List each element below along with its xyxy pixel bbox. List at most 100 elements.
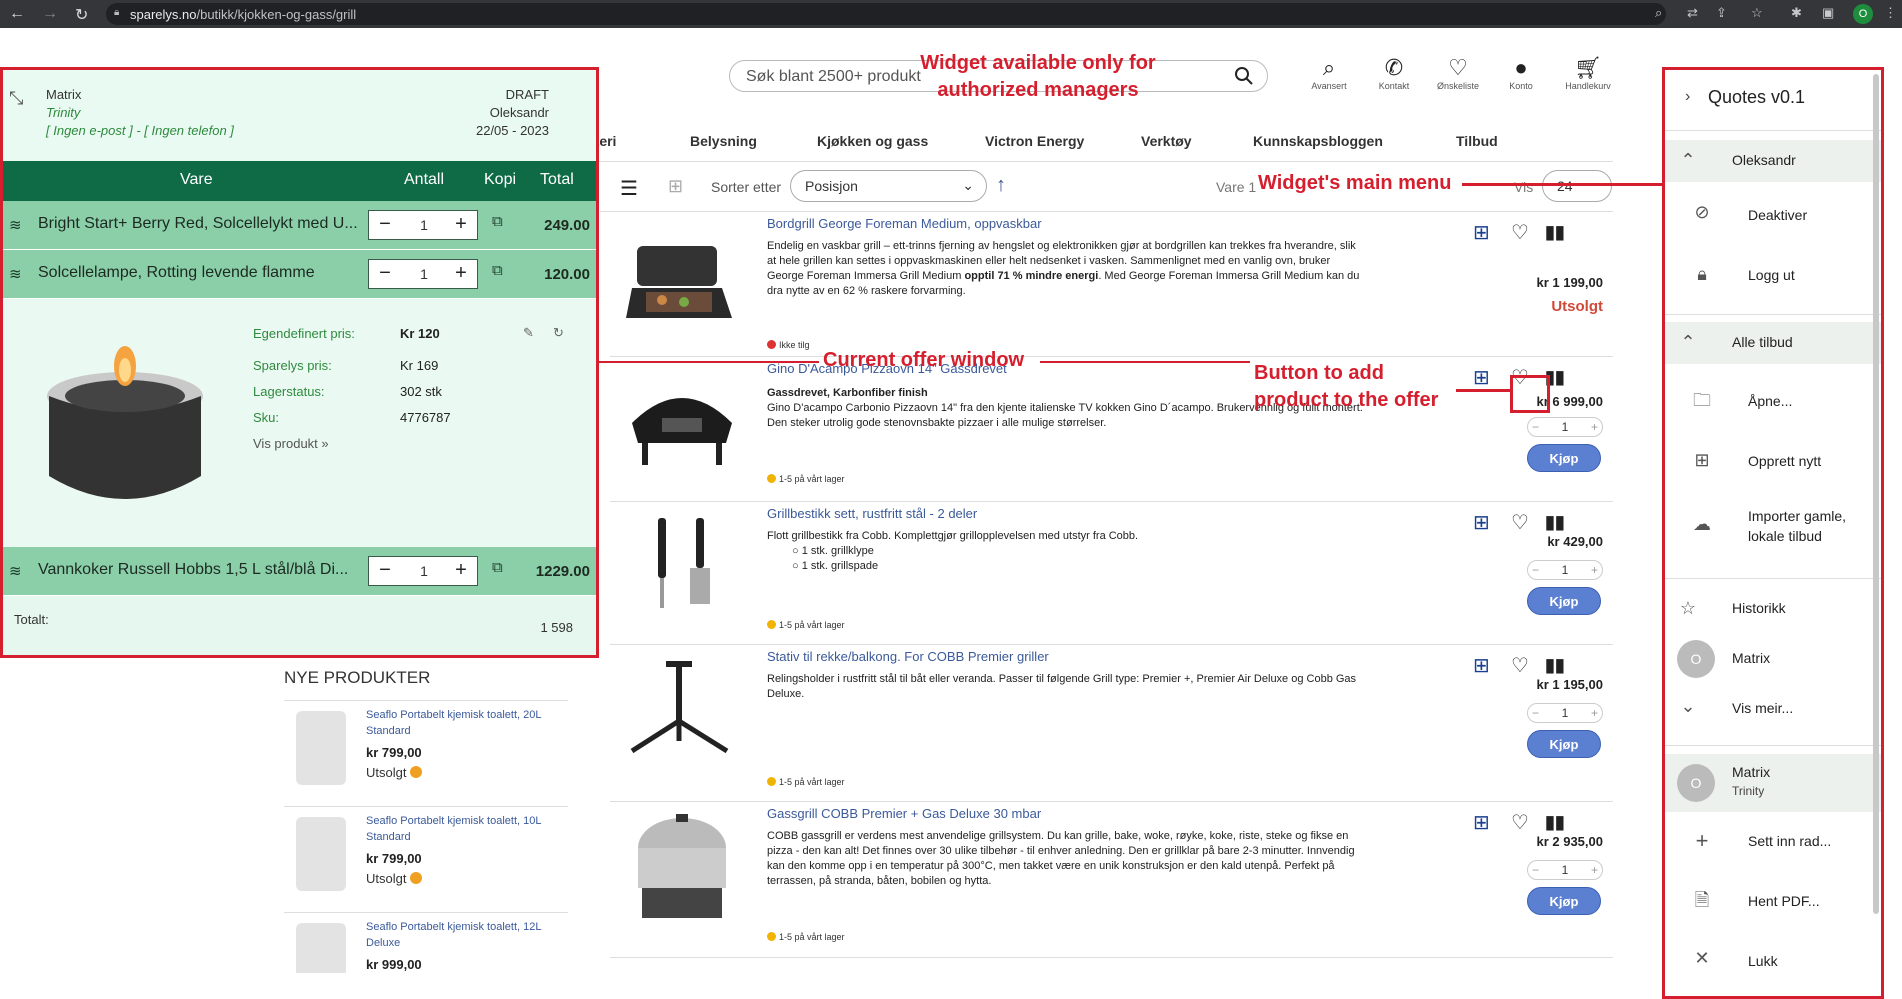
import-offers-item[interactable]: ☁ Importer gamle, lokale tilbud [1665,492,1881,572]
add-to-offer-icon[interactable]: ⊞ [1473,810,1490,835]
qty-value[interactable]: 1 [1562,563,1569,577]
menu-item[interactable]: Tilbud [1456,133,1498,149]
qty-value[interactable]: 1 [409,563,439,579]
address-bar[interactable]: 🔒︎ sparelys.no/butikk/kjokken-og-gass/gr… [106,3,1666,25]
header-cart[interactable]: 🛒︎ Handlekurv [1553,55,1623,91]
buy-button[interactable]: Kjøp [1527,587,1601,615]
recent-offer-item[interactable]: O Matrix [1665,636,1881,682]
copy-icon[interactable]: ⧉ [492,213,503,230]
header-account[interactable]: ● Konto [1486,55,1556,91]
custom-price-value[interactable]: Kr 120 [400,326,440,341]
insert-row-item[interactable]: + Sett inn rad... [1665,812,1881,872]
share-icon[interactable]: ⇪ [1716,5,1727,21]
reload-icon[interactable]: ↻ [75,5,88,25]
chevron-right-icon[interactable]: › [1685,88,1690,106]
offer-row[interactable]: ≋ Bright Start+ Berry Red, Solcellelykt … [3,201,596,250]
compare-chart-icon[interactable]: ▮▮ [1545,812,1565,833]
plus-icon[interactable]: + [447,213,475,237]
header-contact[interactable]: ✆ Kontakt [1359,55,1429,91]
qty-stepper[interactable]: −1 + [368,259,478,289]
translate-icon[interactable]: ⇄ [1687,5,1698,21]
menu-item[interactable]: Kunnskapsbloggen [1253,133,1383,149]
add-to-offer-icon[interactable]: ⊞ [1473,510,1490,535]
plus-icon[interactable]: + [1591,418,1598,436]
header-wishlist[interactable]: ♡ Ønskeliste [1423,55,1493,91]
product-title[interactable]: Stativ til rekke/balkong. For COBB Premi… [767,649,1049,664]
new-product-title[interactable]: Seaflo Portabelt kjemisk toalett, 20L St… [366,707,566,739]
sort-select[interactable]: Posisjon ⌄ [790,170,987,202]
menu-item[interactable]: Verktøy [1141,133,1192,149]
scrollbar[interactable] [1873,74,1879,914]
create-offer-item[interactable]: ⊞ Opprett nytt [1665,432,1881,492]
minus-icon[interactable]: − [1532,861,1539,879]
all-offers-section[interactable]: ⌃ Alle tilbud [1665,322,1881,364]
add-to-offer-icon[interactable]: ⊞ [1473,365,1490,390]
new-product-title[interactable]: Seaflo Portabelt kjemisk toalett, 12L De… [366,919,566,951]
compare-chart-icon[interactable]: ▮▮ [1545,222,1565,243]
plus-icon[interactable]: + [1591,561,1598,579]
view-product-link[interactable]: Vis produkt » [253,436,329,451]
active-offer-item[interactable]: O Matrix Trinity [1665,754,1881,812]
plus-icon[interactable]: + [447,559,475,583]
product-title[interactable]: Grillbestikk sett, rustfritt stål - 2 de… [767,506,977,521]
edit-icon[interactable]: ✎ [523,325,534,341]
deactivate-item[interactable]: ⊘ Deaktiver [1665,186,1881,246]
wishlist-heart-icon[interactable]: ♡ [1511,653,1529,678]
grid-view-icon[interactable]: ⊞ [668,176,683,197]
search-input[interactable]: Søk blant 2500+ produkt [746,68,921,86]
get-pdf-item[interactable]: 🗎︎ Hent PDF... [1665,872,1881,932]
history-item[interactable]: ☆ Historikk [1665,586,1881,632]
offer-row[interactable]: ≋ Solcellelampe, Rotting levende flamme … [3,250,596,299]
header-advanced[interactable]: ⌕ Avansert [1294,55,1364,91]
new-product-title[interactable]: Seaflo Portabelt kjemisk toalett, 10L St… [366,813,566,845]
plus-icon[interactable]: + [1591,861,1598,879]
sort-direction-icon[interactable]: ↑ [996,174,1006,197]
add-to-offer-icon[interactable]: ⊞ [1473,653,1490,678]
minus-icon[interactable]: − [371,559,399,583]
qty-value[interactable]: 1 [1562,863,1569,877]
buy-button[interactable]: Kjøp [1527,887,1601,915]
quantity-stepper[interactable]: − 1 + [1527,417,1603,437]
list-view-icon[interactable]: ☰ [620,176,638,201]
product-title[interactable]: Gassgrill COBB Premier + Gas Deluxe 30 m… [767,806,1041,821]
plus-icon[interactable]: + [1591,704,1598,722]
refresh-icon[interactable]: ↻ [553,325,564,341]
minus-icon[interactable]: − [371,213,399,237]
close-item[interactable]: ✕ Lukk [1665,932,1881,992]
product-title[interactable]: Bordgrill George Foreman Medium, oppvask… [767,216,1042,231]
show-select[interactable]: 24 [1542,170,1612,202]
copy-icon[interactable]: ⧉ [492,262,503,279]
user-section[interactable]: ⌃ Oleksandr [1665,140,1881,182]
search-icon[interactable] [1233,65,1255,87]
bookmark-star-icon[interactable]: ☆ [1751,5,1763,21]
wishlist-heart-icon[interactable]: ♡ [1511,810,1529,835]
offer-row[interactable]: ≋ Vannkoker Russell Hobbs 1,5 L stål/blå… [3,547,596,596]
show-more-item[interactable]: ⌄ Vis meir... [1665,686,1881,732]
menu-item[interactable]: Victron Energy [985,133,1084,149]
quantity-stepper[interactable]: − 1 + [1527,703,1603,723]
more-menu-icon[interactable]: ⋮ [1884,5,1897,21]
qty-stepper[interactable]: −1 + [368,556,478,586]
minus-icon[interactable]: − [1532,561,1539,579]
zoom-icon[interactable]: ⌕ [1655,5,1662,21]
buy-button[interactable]: Kjøp [1527,444,1601,472]
copy-icon[interactable]: ⧉ [492,559,503,576]
quantity-stepper[interactable]: − 1 + [1527,860,1603,880]
buy-button[interactable]: Kjøp [1527,730,1601,758]
open-offer-item[interactable]: 🗀︎ Åpne... [1665,372,1881,432]
back-icon[interactable]: ← [9,5,25,23]
forward-icon[interactable]: → [42,5,58,23]
wishlist-heart-icon[interactable]: ♡ [1511,220,1529,245]
compare-chart-icon[interactable]: ▮▮ [1545,655,1565,676]
add-to-offer-icon[interactable]: ⊞ [1473,220,1490,245]
profile-avatar[interactable]: O [1853,4,1873,24]
qty-stepper[interactable]: −1 + [368,210,478,240]
qty-value[interactable]: 1 [409,266,439,282]
collapse-icon[interactable]: ⤡ [9,88,23,109]
minus-icon[interactable]: − [1532,704,1539,722]
extensions-icon[interactable]: ✱ [1791,5,1802,21]
minus-icon[interactable]: − [1532,418,1539,436]
quantity-stepper[interactable]: − 1 + [1527,560,1603,580]
qty-value[interactable]: 1 [1562,420,1569,434]
qty-value[interactable]: 1 [409,217,439,233]
